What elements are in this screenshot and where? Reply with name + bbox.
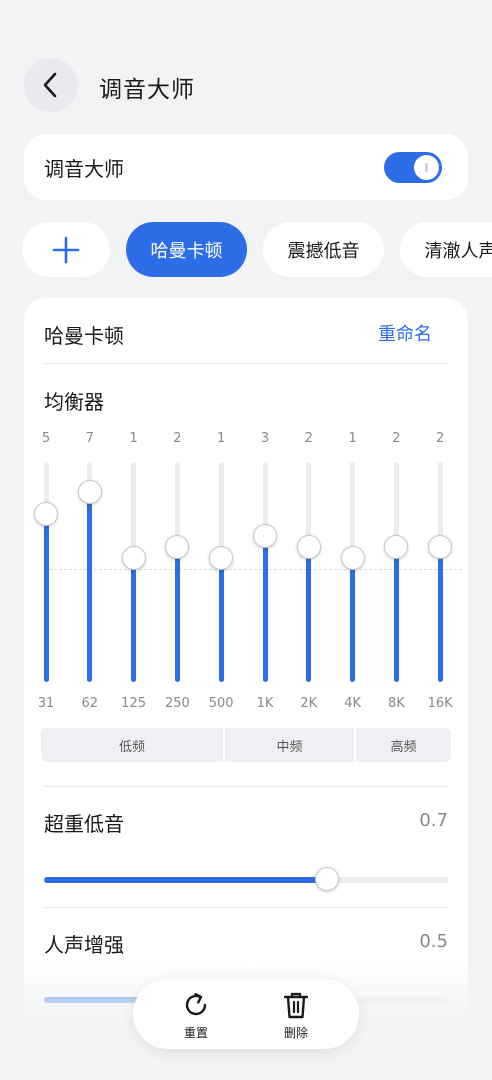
eq-band-fill	[174, 547, 180, 682]
add-preset-button[interactable]	[22, 222, 110, 277]
current-preset-name: 哈曼卡顿	[44, 324, 124, 348]
eq-band-knob[interactable]	[340, 546, 365, 570]
eq-band-knob[interactable]	[77, 480, 102, 504]
eq-band-knob[interactable]	[253, 524, 277, 548]
eq-band-value: 3	[260, 431, 270, 446]
eq-band-slider[interactable]	[218, 462, 224, 682]
eq-band-fill	[306, 547, 312, 682]
eq-band-frequency: 4K	[344, 696, 361, 711]
eq-band-slider[interactable]	[350, 462, 356, 682]
eq-band-frequency: 16K	[427, 696, 453, 711]
eq-band-knob[interactable]	[296, 535, 321, 559]
divider	[44, 907, 448, 908]
eq-band-frequency: 500	[208, 696, 234, 711]
super-bass-knob[interactable]	[314, 867, 339, 891]
super-bass-value: 0.7	[419, 810, 448, 831]
eq-band-frequency: 1K	[256, 696, 274, 711]
eq-band-frequency: 62	[81, 696, 99, 711]
eq-band-value: 7	[85, 431, 94, 446]
eq-band-knob[interactable]	[165, 535, 190, 559]
eq-band-frequency: 125	[121, 696, 146, 711]
eq-band-value: 2	[392, 431, 401, 446]
eq-band-slider[interactable]	[131, 462, 137, 682]
divider	[44, 363, 448, 364]
preset-chip-bass[interactable]: 震撼低音	[263, 222, 384, 277]
reset-label: 重置	[183, 1026, 208, 1040]
vocal-boost-value: 0.5	[419, 931, 448, 952]
band-group-high: 高频	[356, 728, 451, 762]
eq-band-value: 1	[129, 431, 138, 446]
eq-band-knob[interactable]	[428, 535, 453, 559]
band-group-mid: 中频	[225, 728, 354, 762]
reset-button[interactable]: 重置	[166, 987, 226, 1043]
eq-band-frequency: 250	[164, 696, 190, 711]
eq-band-frequency: 31	[37, 696, 55, 711]
eq-band-knob[interactable]	[34, 502, 58, 526]
eq-band-slider[interactable]	[437, 462, 443, 682]
eq-band-fill	[87, 492, 93, 682]
eq-band-value: 2	[173, 431, 182, 446]
rename-button[interactable]: 重命名	[378, 320, 432, 346]
eq-band-fill	[393, 547, 399, 682]
eq-band-fill	[43, 514, 49, 682]
eq-band-knob[interactable]	[384, 535, 409, 559]
page-title: 调音大师	[99, 77, 195, 103]
eq-band-fill	[350, 558, 356, 682]
super-bass-fill	[44, 877, 327, 883]
equalizer-title: 均衡器	[44, 390, 104, 414]
eq-band-slider[interactable]	[262, 462, 268, 682]
eq-band-frequency: 2K	[300, 696, 318, 711]
vocal-boost-label: 人声增强	[44, 933, 124, 957]
eq-zero-line	[44, 569, 462, 570]
switch-knob	[414, 155, 439, 180]
chevron-left-icon	[43, 72, 57, 98]
eq-band-frequency: 8K	[387, 696, 405, 711]
back-button[interactable]	[24, 58, 78, 112]
eq-band-value: 2	[436, 431, 445, 446]
eq-band-slider[interactable]	[174, 462, 180, 682]
equalizer-sliders: 5 31 7 62 1 125 2 250 1 500 3 1K 2 2K 1 4K 2 8K 2 16K	[24, 428, 468, 718]
super-bass-slider[interactable]	[44, 867, 448, 891]
eq-band-value: 1	[217, 431, 226, 446]
preset-list: 哈曼卡顿 震撼低音 清澈人声	[0, 220, 492, 280]
divider	[44, 786, 448, 787]
eq-band-value: 5	[41, 431, 51, 446]
preset-chip-harman[interactable]: 哈曼卡顿	[126, 222, 247, 277]
eq-band-slider[interactable]	[393, 462, 399, 682]
eq-band-knob[interactable]	[121, 546, 146, 570]
trash-icon	[283, 992, 309, 1019]
delete-button[interactable]: 删除	[266, 987, 326, 1043]
master-toggle-switch[interactable]	[384, 152, 442, 183]
super-bass-label: 超重低音	[44, 812, 124, 836]
eq-band-fill	[437, 547, 443, 682]
eq-band-knob[interactable]	[209, 546, 234, 570]
plus-icon	[52, 236, 80, 263]
master-toggle-row: 调音大师	[24, 134, 468, 200]
refresh-icon	[185, 992, 207, 1016]
eq-band-slider[interactable]	[43, 462, 49, 682]
master-toggle-label: 调音大师	[44, 157, 124, 181]
eq-band-fill	[218, 558, 224, 682]
eq-band-fill	[262, 536, 268, 682]
bottom-action-bar: 重置 删除	[133, 979, 359, 1049]
eq-band-value: 1	[348, 431, 357, 446]
preset-chip-vocal[interactable]: 清澈人声	[400, 222, 492, 277]
eq-band-fill	[131, 558, 137, 682]
eq-band-slider[interactable]	[306, 462, 312, 682]
delete-label: 删除	[283, 1026, 308, 1040]
band-group-low: 低频	[41, 728, 223, 762]
eq-band-value: 2	[304, 431, 313, 446]
